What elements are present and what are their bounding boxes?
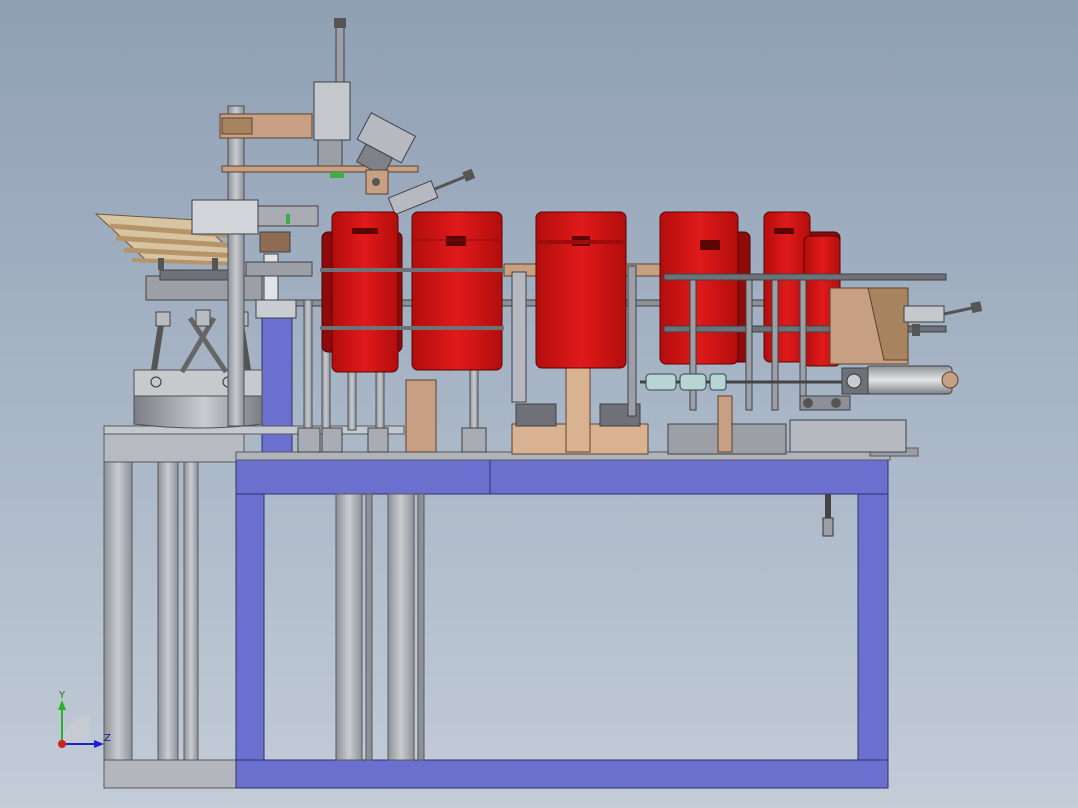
red-housing-group — [321, 211, 841, 373]
left-support-frame — [103, 425, 245, 789]
inner-columns — [335, 493, 425, 761]
left-top-plate — [103, 425, 405, 435]
proximity-sensor — [822, 494, 834, 537]
right-end-module — [829, 287, 983, 365]
cad-model-view[interactable]: Y Z — [0, 0, 1078, 808]
coordinate-axes-icon: Y Z — [58, 690, 111, 748]
main-blue-frame — [235, 317, 889, 789]
z-axis-label: Z — [104, 733, 111, 744]
y-axis-label: Y — [58, 690, 66, 701]
cad-graphics-viewport[interactable]: Y Z — [0, 0, 1078, 808]
drive-motor-assembly — [640, 365, 959, 411]
